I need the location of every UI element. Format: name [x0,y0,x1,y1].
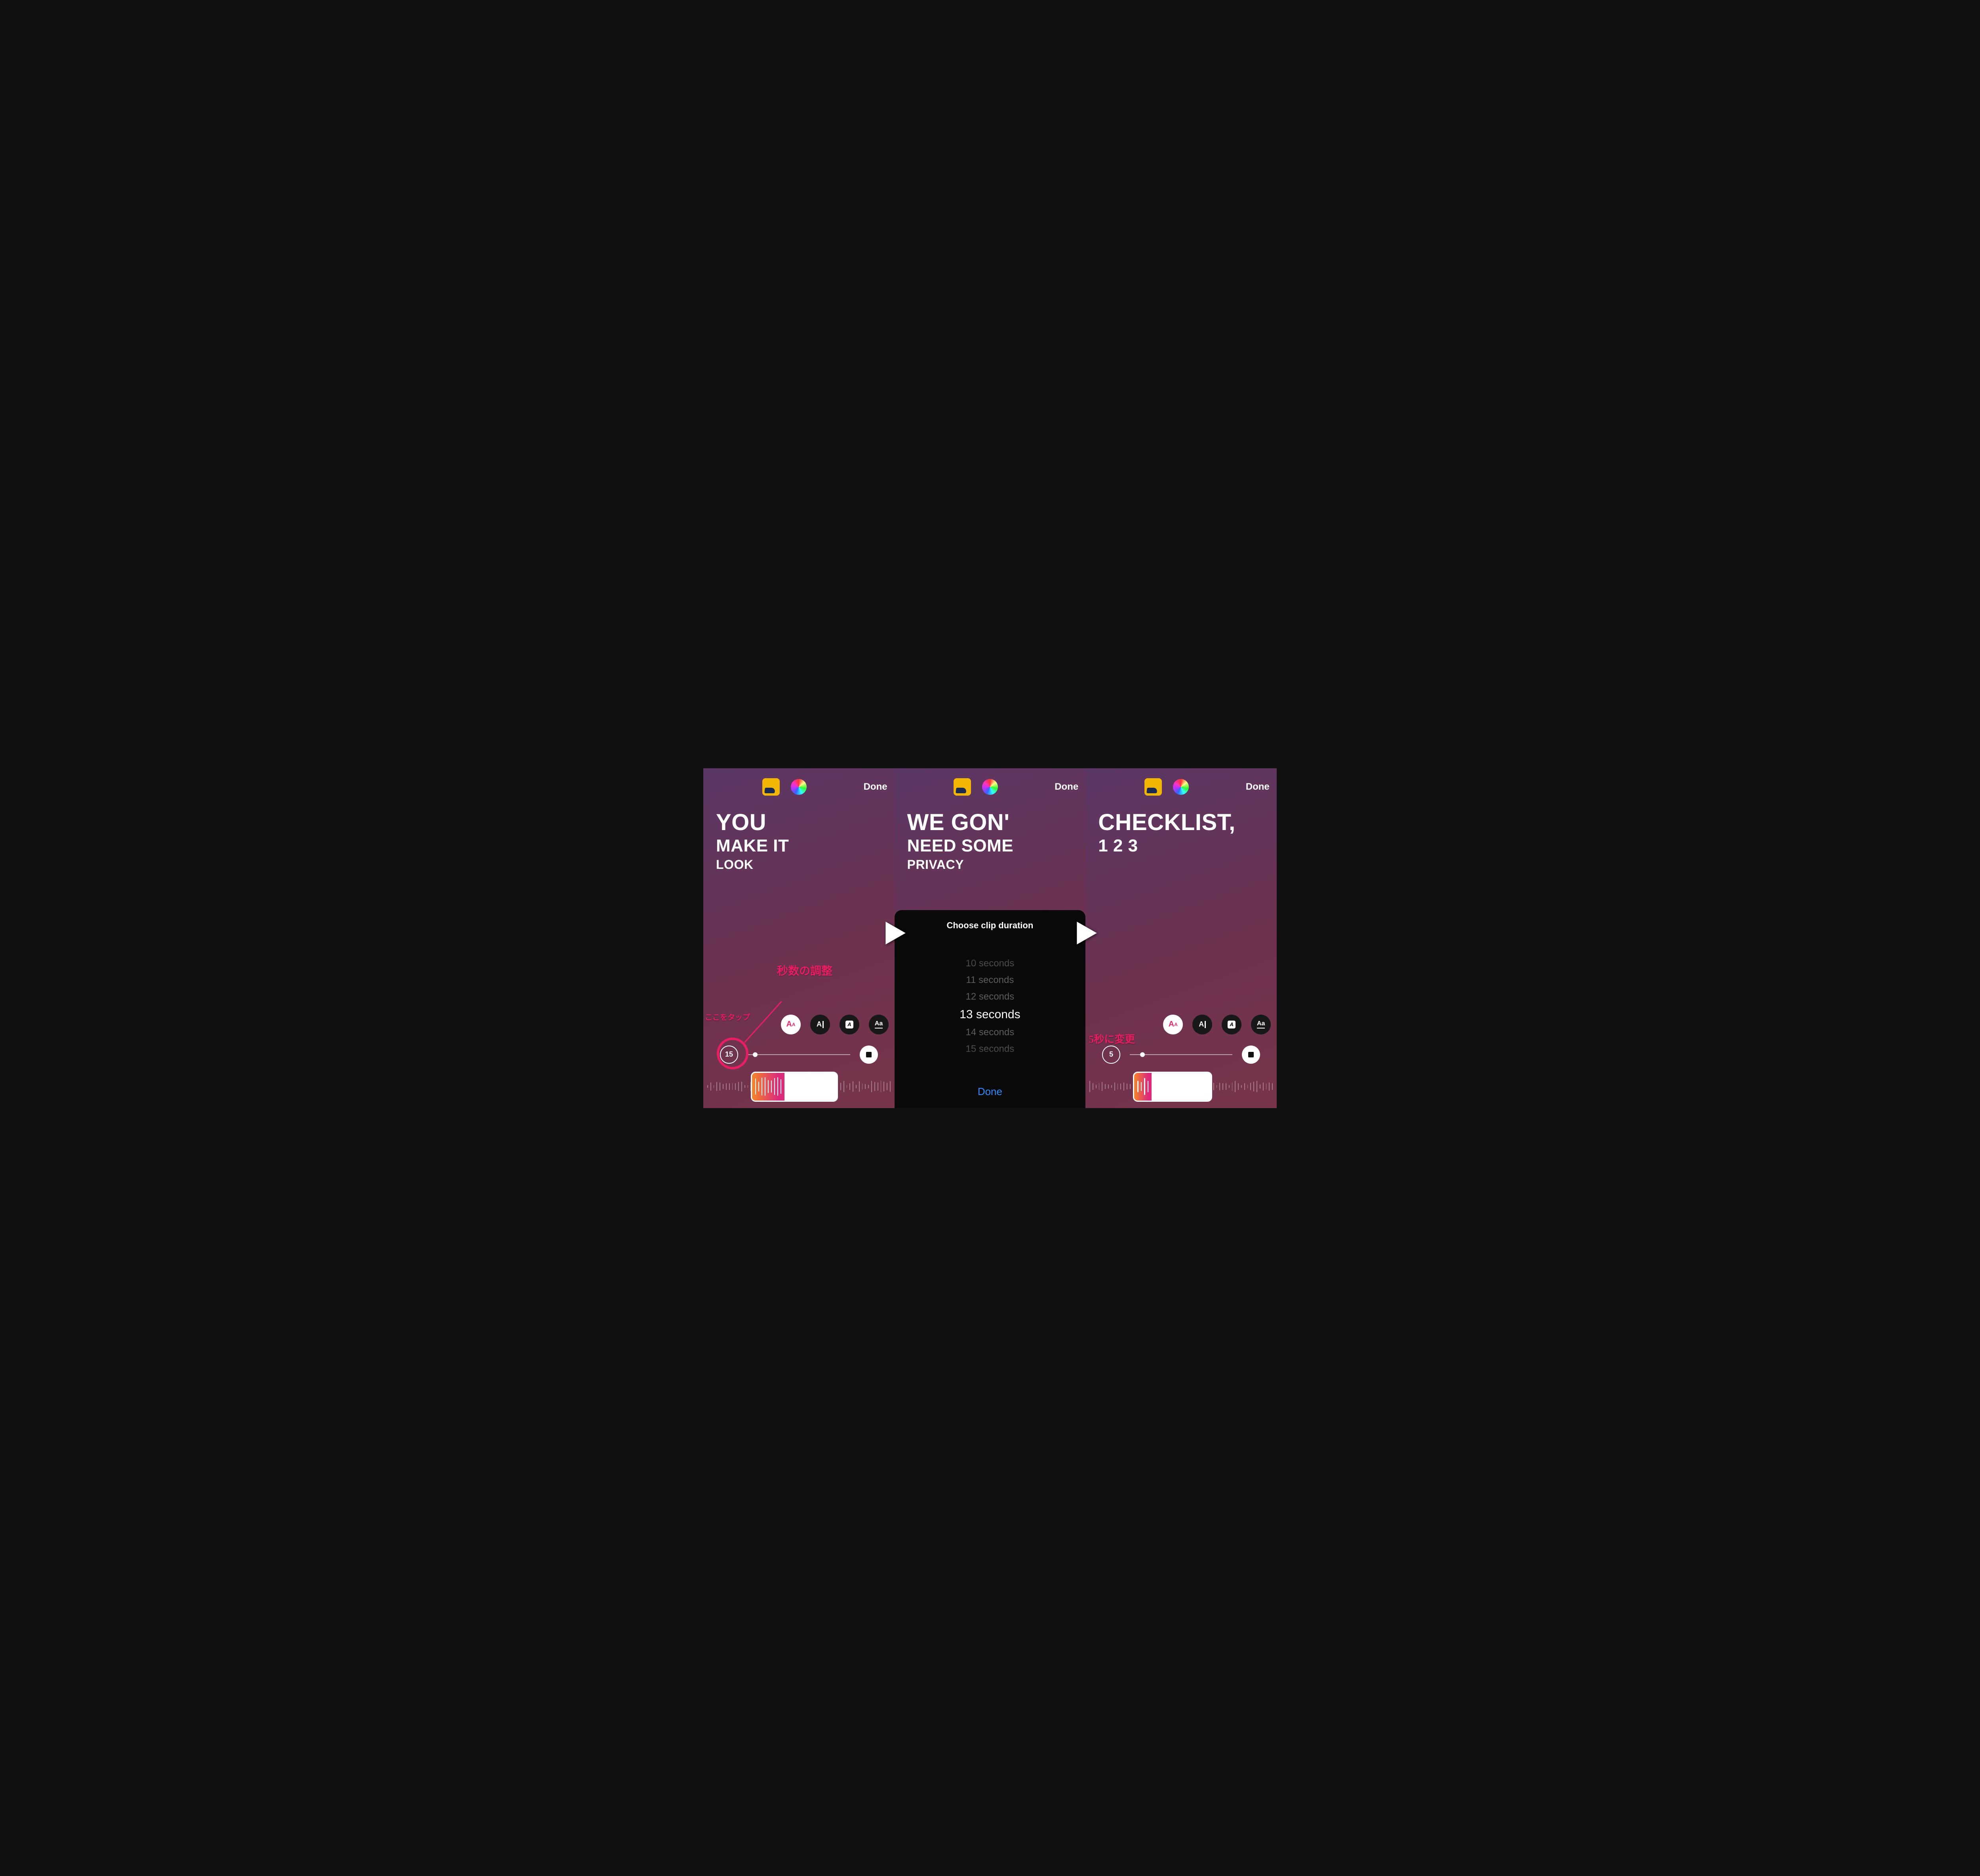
lyric-line-2: MAKE IT [716,836,789,855]
tutorial-stage: Done YOU MAKE IT LOOK AA A A Aa 15 [703,768,1277,1108]
lyric-line-1: YOU [716,811,789,834]
lyric-style-row: AA A A Aa [781,1015,889,1034]
picker-option[interactable]: 15 seconds [966,1041,1015,1057]
style-button-framed[interactable]: A [840,1015,859,1034]
clip-duration-button[interactable]: 5 [1102,1046,1120,1064]
album-art-icon[interactable] [1144,778,1162,796]
lyrics-overlay: WE GON' NEED SOME PRIVACY [907,811,1014,872]
lyrics-overlay: CHECKLIST, 1 2 3 [1098,811,1236,858]
color-wheel-icon[interactable] [982,779,998,795]
picker-option[interactable]: 13 seconds [960,1006,1020,1024]
lyrics-overlay: YOU MAKE IT LOOK [716,811,789,872]
done-button[interactable]: Done [1246,781,1270,792]
annotation-arrow-line [744,1001,782,1043]
annotation-adjust-seconds: 秒数の調整 [777,962,832,978]
picker-option[interactable]: 11 seconds [966,972,1014,988]
color-wheel-icon[interactable] [1173,779,1189,795]
lyric-line-1: CHECKLIST, [1098,811,1236,834]
album-art-icon[interactable] [954,778,971,796]
seek-slider[interactable] [748,1054,850,1055]
style-button-dynamic[interactable]: AA [1163,1015,1183,1034]
lyric-line-1: WE GON' [907,811,1014,834]
top-bar: Done [895,777,1086,797]
lyric-line-3: LOOK [716,858,789,872]
style-button-underlined[interactable]: Aa [869,1015,889,1034]
done-button[interactable]: Done [1055,781,1078,792]
control-row: 5 [1102,1046,1260,1064]
clip-selection[interactable] [1133,1072,1212,1102]
done-button[interactable]: Done [864,781,887,792]
color-wheel-icon[interactable] [791,779,807,795]
top-bar: Done [1085,777,1277,797]
picker-option[interactable]: 10 seconds [966,956,1015,971]
waveform-area [1085,1069,1277,1106]
duration-picker-sheet: Choose clip duration 10 seconds11 second… [895,910,1086,1108]
style-button-underlined[interactable]: Aa [1251,1015,1271,1034]
duration-picker[interactable]: 10 seconds11 seconds12 seconds13 seconds… [895,935,1086,1078]
style-button-framed[interactable]: A [1222,1015,1241,1034]
top-bar: Done [703,777,895,797]
lyric-line-2: 1 2 3 [1098,836,1236,855]
style-button-dynamic[interactable]: AA [781,1015,801,1034]
picker-option[interactable]: 12 seconds [966,989,1015,1005]
slider-knob[interactable] [1140,1052,1145,1057]
control-row: 15 [720,1046,878,1064]
stop-button[interactable] [860,1046,878,1064]
style-button-block[interactable]: A [1192,1015,1212,1034]
seek-slider[interactable] [1130,1054,1232,1055]
screen-1: Done YOU MAKE IT LOOK AA A A Aa 15 [703,768,895,1108]
annotation-tap-here: ここをタップ [705,1011,750,1022]
screen-3: Done CHECKLIST, 1 2 3 AA A A Aa 5 [1085,768,1277,1108]
sheet-done-button[interactable]: Done [895,1078,1086,1108]
stop-button[interactable] [1242,1046,1260,1064]
annotation-changed-to-5: 5秒に変更 [1089,1031,1135,1046]
clip-duration-button[interactable]: 15 [720,1046,738,1064]
picker-option[interactable]: 14 seconds [966,1025,1015,1040]
lyric-line-2: NEED SOME [907,836,1014,855]
slider-knob[interactable] [753,1052,758,1057]
lyric-style-row: AA A A Aa [1163,1015,1271,1034]
style-button-block[interactable]: A [810,1015,830,1034]
clip-selection[interactable] [751,1072,838,1102]
album-art-icon[interactable] [762,778,780,796]
lyric-line-3: PRIVACY [907,858,1014,872]
screen-2: Done WE GON' NEED SOME PRIVACY Choose cl… [895,768,1086,1108]
waveform-area [703,1069,895,1106]
sheet-title: Choose clip duration [895,910,1086,935]
